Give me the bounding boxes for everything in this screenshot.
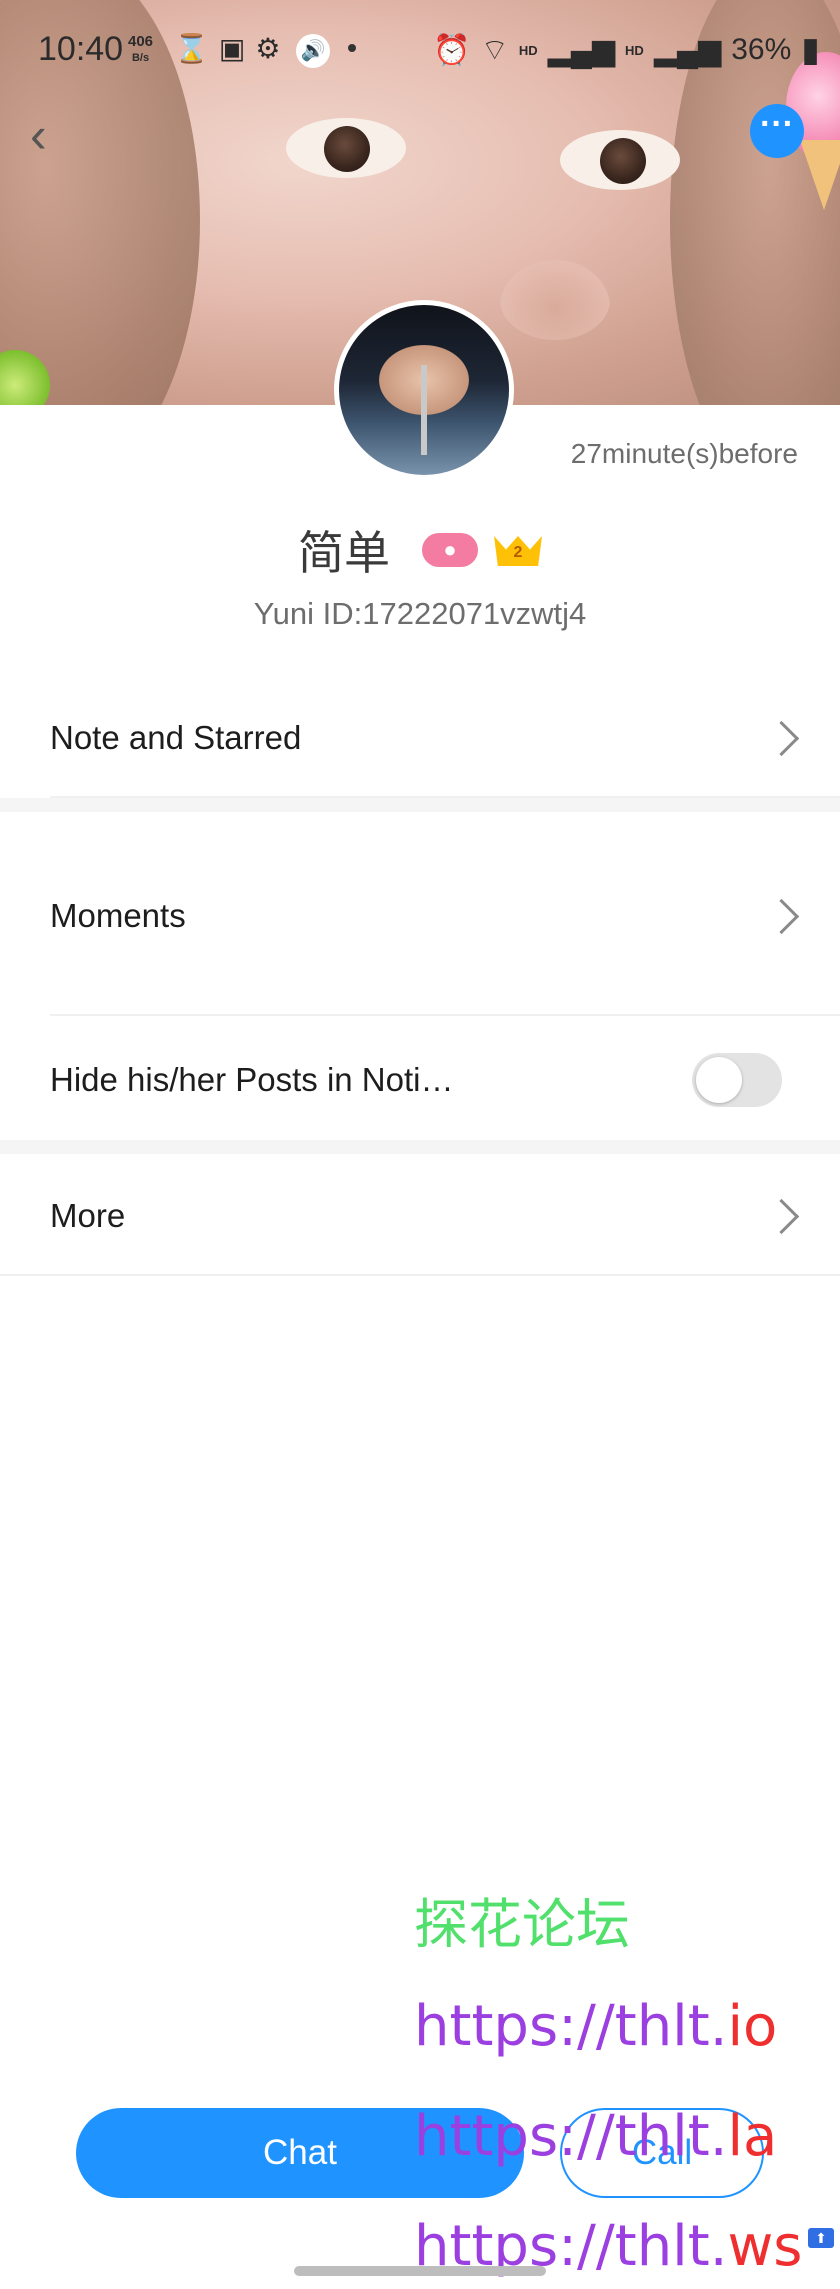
network-speed-value: 406 bbox=[128, 33, 154, 50]
chevron-left-icon: ‹ bbox=[30, 107, 47, 163]
ice-cream-cone bbox=[800, 140, 840, 210]
toggle-knob bbox=[696, 1057, 742, 1103]
name-row: 简单 ● 2 bbox=[0, 518, 840, 582]
hourglass-icon: ⌛ bbox=[174, 33, 219, 64]
signal-icon: ▂▄▆ bbox=[547, 33, 616, 67]
watermark-url-1-suffix: io bbox=[727, 1994, 778, 2059]
row-moments-label: Moments bbox=[50, 897, 186, 934]
avatar[interactable] bbox=[334, 300, 514, 480]
battery-percent: 36% bbox=[731, 33, 792, 66]
alarm-icon: ⏰ bbox=[433, 33, 471, 67]
battery-icon: ▮ bbox=[801, 31, 820, 69]
section-gap bbox=[0, 798, 840, 812]
wifi-icon: ⌔ bbox=[480, 34, 509, 67]
status-time: 10:40 bbox=[38, 30, 124, 68]
sound-icon: 🔊 bbox=[296, 34, 330, 68]
watermark-url-1: https://thlt.io bbox=[414, 1994, 777, 2059]
person-icon: ● bbox=[443, 537, 457, 562]
chevron-right-icon bbox=[763, 720, 800, 756]
yuni-id: Yuni ID:17222071vzwtj4 bbox=[253, 596, 587, 631]
gear-icon: ⚙ bbox=[255, 33, 291, 64]
crown-level: 2 bbox=[513, 544, 523, 561]
back-button[interactable]: ‹ bbox=[30, 110, 70, 160]
hd-label-2: HD bbox=[625, 42, 644, 58]
chevron-right-icon bbox=[763, 898, 800, 934]
row-hide-posts-label: Hide his/her Posts in Noti… bbox=[50, 1061, 454, 1098]
notification-dot-icon bbox=[348, 44, 356, 52]
cover-eye-left bbox=[286, 118, 406, 178]
watermark-url-3-suffix: ws bbox=[727, 2214, 803, 2279]
row-moments[interactable]: Moments bbox=[0, 866, 840, 966]
chevron-right-icon bbox=[763, 1198, 800, 1234]
row-more[interactable]: More bbox=[0, 1166, 840, 1266]
cover-eye-right bbox=[560, 130, 680, 190]
folder-icon[interactable]: ⬆ bbox=[808, 2228, 834, 2248]
watermark-url-2: https://thlt.la bbox=[414, 2104, 777, 2169]
section-gap bbox=[0, 1140, 840, 1154]
home-indicator[interactable] bbox=[294, 2266, 546, 2276]
profile-name: 简单 bbox=[298, 527, 390, 579]
watermark-url-2-suffix: la bbox=[727, 2104, 778, 2169]
status-bar: 10:40 406 B/s ⌛▣⚙ 🔊 ⏰ ⌔ HD ▂▄▆ HD ▂▄▆ 36… bbox=[0, 0, 840, 100]
more-dots-icon: ··· bbox=[760, 105, 794, 143]
more-options-button[interactable]: ··· bbox=[750, 104, 804, 158]
hd-label: HD bbox=[518, 42, 538, 58]
divider bbox=[50, 1014, 840, 1016]
network-speed-unit: B/s bbox=[131, 52, 150, 64]
gender-badge: ● bbox=[422, 533, 478, 567]
crown-badge: 2 bbox=[494, 530, 542, 570]
status-icons-left: ⌛▣⚙ bbox=[174, 32, 290, 65]
cover-nose bbox=[500, 260, 610, 340]
watermark-url-2-prefix: https://thlt. bbox=[414, 2104, 728, 2169]
image-icon: ▣ bbox=[218, 33, 256, 64]
last-active-time: 27minute(s)before bbox=[570, 438, 798, 469]
row-hide-posts: Hide his/her Posts in Noti… bbox=[0, 1030, 840, 1130]
row-note-starred[interactable]: Note and Starred bbox=[0, 688, 840, 788]
hide-posts-toggle[interactable] bbox=[692, 1053, 782, 1107]
watermark-title: 探花论坛 bbox=[414, 1893, 630, 1956]
row-note-starred-label: Note and Starred bbox=[50, 719, 302, 756]
network-speed: 406 B/s bbox=[128, 34, 153, 66]
signal-icon-2: ▂▄▆ bbox=[653, 33, 722, 67]
status-icons-right: ⏰ ⌔ HD ▂▄▆ HD ▂▄▆ 36% ▮ bbox=[433, 30, 820, 70]
divider bbox=[0, 1274, 840, 1276]
watermark-url-1-prefix: https://thlt. bbox=[414, 1994, 728, 2059]
row-more-label: More bbox=[50, 1197, 126, 1234]
